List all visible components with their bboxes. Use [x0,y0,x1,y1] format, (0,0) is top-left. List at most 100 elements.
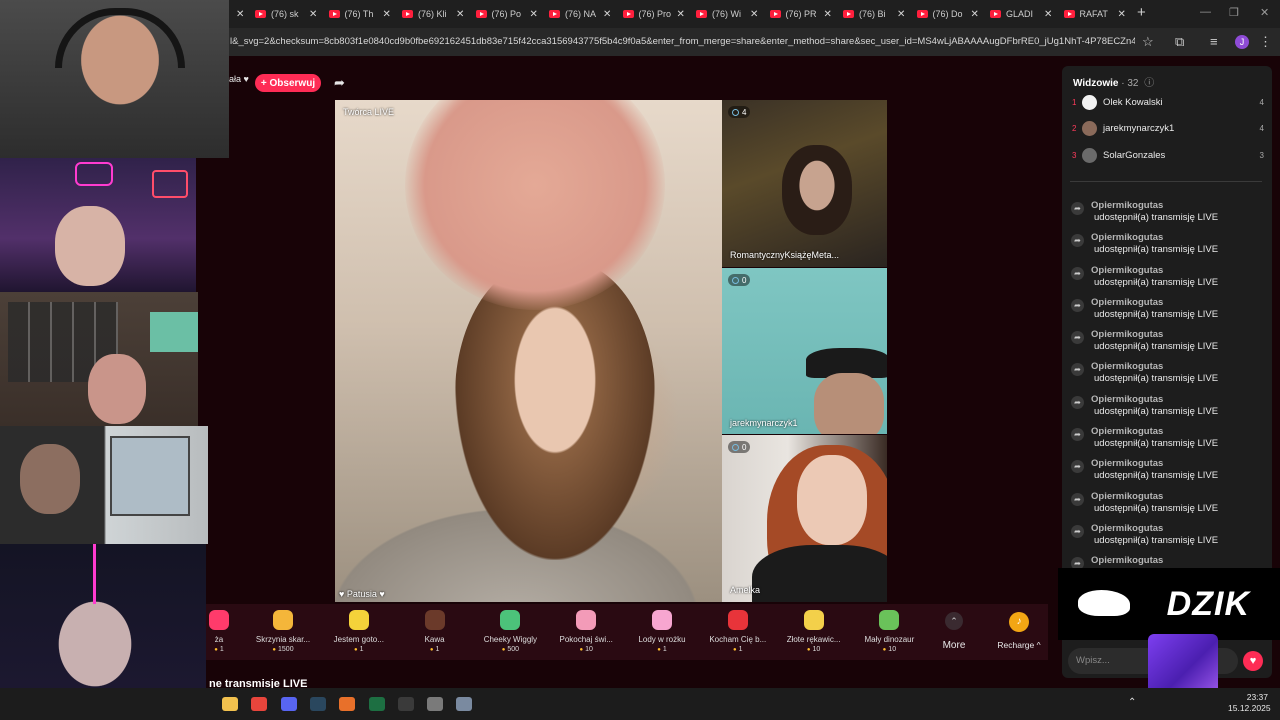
close-icon[interactable]: ✕ [1044,9,1052,20]
tray-chevron-icon[interactable]: ⌃ [1128,697,1136,708]
heart-like-icon[interactable]: ♥ [1243,651,1263,671]
close-icon[interactable]: ✕ [824,9,832,20]
browser-tab[interactable]: (76) Bi ✕ [843,5,905,23]
system-clock[interactable]: 23:37 15.12.2025 [1228,692,1271,714]
browser-tab[interactable]: RAFAT ✕ [1063,5,1126,23]
media-control-icon[interactable]: ≡ [1210,34,1218,49]
discord-icon[interactable] [280,697,297,711]
share-arrow-icon[interactable]: ➦ [334,75,345,91]
bookmark-star-icon[interactable]: ☆ [1142,34,1154,50]
gift-item[interactable]: Cheeky Wiggly 500 [477,610,543,653]
guest-tile[interactable]: 0 jarekmynarczyk1 [722,268,887,434]
gift-item[interactable]: Pokochaj świ... 10 [553,610,619,653]
gift-item[interactable]: Kawa 1 [402,610,468,653]
browser-tab[interactable]: (76) Do ✕ [916,5,979,23]
chat-username[interactable]: Opiermikogutas [1091,394,1163,405]
close-icon[interactable]: ✕ [383,9,391,20]
gift-item[interactable]: Skrzynia skar... 1500 [250,610,316,653]
chat-list[interactable]: ➦ Opiermikogutas udostępnił(a) transmisję … [1068,198,1264,568]
video-scene [782,145,852,235]
chat-username[interactable]: Opiermikogutas [1091,329,1163,340]
close-icon[interactable]: ✕ [236,9,244,20]
gift-item[interactable]: Jestem goto... 1 [326,610,392,653]
browser-tab[interactable]: (76) NA ✕ [549,5,611,23]
browser-tab[interactable]: (76) sk ✕ [255,5,317,23]
brand-text: DZIK [1166,584,1250,623]
minimize-icon[interactable]: — [1200,6,1211,18]
obs-icon[interactable] [397,697,414,711]
close-icon[interactable]: ✕ [1118,9,1126,20]
youtube-favicon-icon [990,10,1001,18]
share-icon: ➦ [1071,492,1084,506]
close-icon[interactable]: ✕ [530,9,538,20]
chat-text: udostępnił(a) transmisję LIVE [1094,341,1219,353]
viewers-header[interactable]: Widzowie · 32 ⓘ [1073,74,1154,89]
chrome-icon[interactable] [251,697,268,711]
browser-tab[interactable]: (76) Th ✕ [328,5,391,23]
gift-item[interactable]: Lody w rożku 1 [629,610,695,653]
window-close-icon[interactable]: ✕ [1260,6,1269,19]
chat-text: udostępnił(a) transmisję LIVE [1094,308,1219,320]
chat-username[interactable]: Opiermikogutas [1091,265,1163,276]
clock-date: 15.12.2025 [1228,703,1271,713]
close-icon[interactable]: ✕ [309,9,317,20]
chat-username[interactable]: Opiermikogutas [1091,458,1163,469]
chat-username[interactable]: Opiermikogutas [1091,361,1163,372]
chat-username[interactable]: Opiermikogutas [1091,200,1163,211]
gift-icon [652,610,672,630]
info-icon[interactable]: ⓘ [1144,78,1154,89]
close-icon[interactable]: ✕ [456,9,464,20]
top-viewer-row[interactable]: 3 SolarGonzales 3 [1072,147,1264,163]
chat-username[interactable]: Opiermikogutas [1091,491,1163,502]
extensions-icon[interactable]: ⧉ [1175,34,1184,50]
guest-tile[interactable]: 0 Amelka [722,435,887,602]
more-gifts-button[interactable]: ⌃ More [933,612,975,651]
chat-username[interactable]: Opiermikogutas [1091,232,1163,243]
settings-icon[interactable] [427,697,444,711]
gift-icon [500,610,521,630]
browser-tab[interactable]: GLADI ✕ [990,5,1052,23]
share-icon: ➦ [1071,363,1084,377]
url-text[interactable]: l&_svg=2&checksum=8cb803f1e0840cd9b0fbe6… [230,36,1135,47]
steam-icon[interactable] [309,697,326,711]
tab-close-partial[interactable]: ✕ [230,5,244,23]
browser-tab[interactable]: (76) Pro ✕ [622,5,685,23]
youtube-favicon-icon [696,10,707,18]
viewer-score: 4 [1259,124,1264,133]
app-orange-icon[interactable] [339,697,356,711]
settings-alt-icon[interactable] [456,697,473,711]
follow-button[interactable]: + Obserwuj [255,74,321,92]
browser-tab[interactable]: (76) Wi ✕ [696,5,758,23]
gift-item[interactable]: Złote rękawic... 10 [781,610,847,653]
close-icon[interactable]: ✕ [897,9,905,20]
maximize-icon[interactable]: ❐ [1229,6,1239,19]
close-icon[interactable]: ✕ [750,9,758,20]
gift-price: 10 [781,646,847,653]
chat-username[interactable]: Opiermikogutas [1091,297,1163,308]
top-viewer-row[interactable]: 1 Olek Kowalski 4 [1072,94,1264,110]
close-icon[interactable]: ✕ [603,9,611,20]
chat-message: ➦ Opiermikogutas [1068,553,1264,568]
browser-tab[interactable]: (76) PR ✕ [769,5,832,23]
chat-username[interactable]: Opiermikogutas [1091,523,1163,534]
close-icon[interactable]: ✕ [677,9,685,20]
top-viewer-row[interactable]: 2 jarekmynarczyk1 4 [1072,121,1264,137]
gift-item[interactable]: Kocham Cię b... 1 [705,610,771,653]
browser-tab[interactable]: (76) Po ✕ [475,5,538,23]
video-scene [752,545,887,602]
menu-kebab-icon[interactable]: ⋮ [1259,34,1272,50]
chat-username[interactable]: Opiermikogutas [1091,555,1163,566]
close-icon[interactable]: ✕ [971,9,979,20]
gift-item[interactable]: Mały dinozaur 10 [856,610,922,653]
excel-icon[interactable] [368,697,385,711]
recharge-button[interactable]: ♪ Recharge ^ [993,612,1045,650]
file-explorer-icon[interactable] [222,697,238,711]
gift-price: 1 [326,646,392,653]
guest-tile[interactable]: 4 RomantycznyKsiążęMeta... [722,100,887,267]
profile-avatar[interactable]: J [1235,35,1249,49]
chat-username[interactable]: Opiermikogutas [1091,426,1163,437]
tab-title: (76) Kli [418,9,447,19]
browser-tab[interactable]: (76) Kli ✕ [402,5,464,23]
new-tab-button[interactable]: + [1137,4,1146,21]
main-video[interactable]: Twórca LIVE ♥ Patusia ♥ [335,100,722,602]
